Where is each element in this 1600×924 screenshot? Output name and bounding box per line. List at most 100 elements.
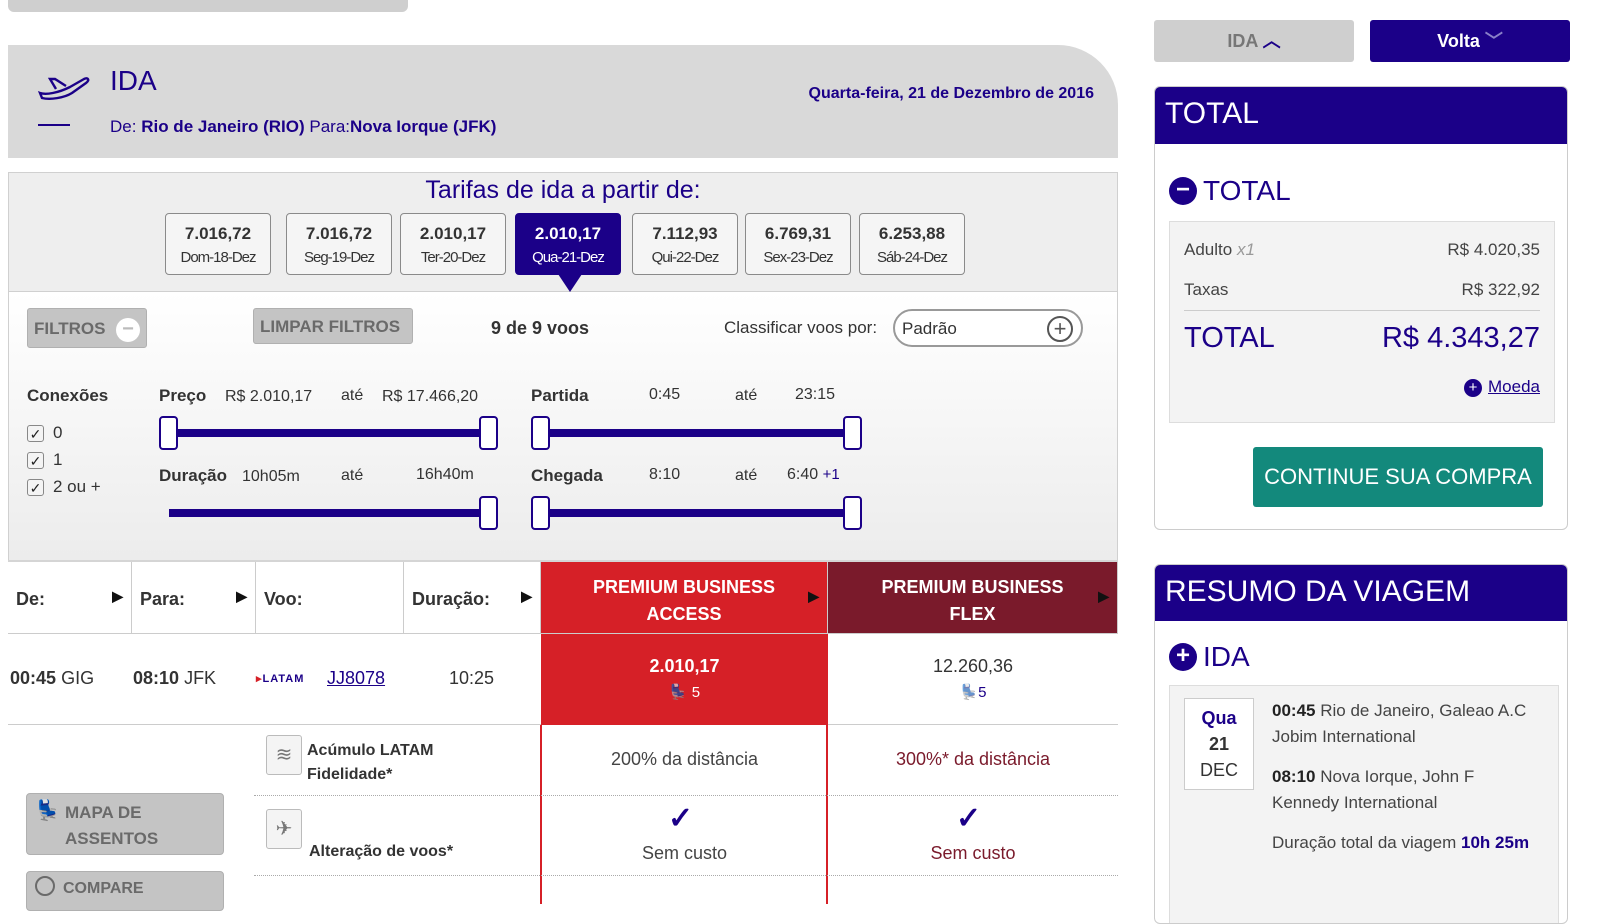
price-slider-max-handle[interactable] (479, 416, 498, 450)
plus-circle-icon: + (1464, 379, 1483, 397)
total-section-label: TOTAL (1203, 175, 1291, 206)
filters-panel: FILTROS − LIMPAR FILTROS 9 de 9 voos Cla… (8, 292, 1118, 560)
column-header-to[interactable]: Para: ▶ (132, 562, 256, 634)
minus-icon: − (116, 318, 140, 342)
connections-checkbox[interactable]: ✓ (27, 479, 44, 496)
fare-price: 12.260,36 (932, 656, 1014, 676)
seats-available: 💺5 (828, 683, 1118, 701)
date-card: Qua 21 DEC (1184, 698, 1254, 790)
fare-price: 2.010,17 (649, 656, 720, 676)
departure-slider-track[interactable] (541, 429, 861, 437)
duration-slider-track[interactable] (169, 509, 495, 517)
tab-volta[interactable]: Volta ﹀ (1370, 20, 1570, 62)
filters-toggle-label: FILTROS (34, 319, 106, 338)
fare-date-day: Qui-22-Dez (651, 249, 720, 266)
fare-date-day: Seg-19-Dez (303, 249, 375, 266)
sort-arrow-icon: ▶ (1098, 588, 1109, 604)
arrival-slider-max-handle[interactable] (843, 496, 862, 530)
seats-count: 5 (978, 684, 987, 701)
clear-filters-button[interactable]: LIMPAR FILTROS (253, 308, 413, 344)
fare-date-button[interactable]: 6.769,31 Sex-23-Dez (745, 213, 851, 275)
price-slider-track[interactable] (169, 429, 495, 437)
column-header-from[interactable]: De: ▶ (8, 562, 132, 634)
date-day-number: 21 (1208, 734, 1230, 754)
arrival-slider-track[interactable] (541, 509, 861, 517)
arrival-max: 6:40 +1 (787, 466, 840, 484)
departure-slider-max-handle[interactable] (843, 416, 862, 450)
outbound-date: Quarta-feira, 21 de Dezembro de 2016 (808, 85, 1094, 102)
fare-cell-access-selected[interactable]: 2.010,17 💺 5 (541, 634, 828, 725)
row-divider (254, 795, 1118, 796)
fare-date-button-selected[interactable]: 2.010,17 Qua-21-Dez (515, 213, 621, 292)
total-panel-header: TOTAL (1155, 87, 1567, 144)
filters-toggle-button[interactable]: FILTROS − (27, 308, 147, 348)
benefit-flex-value: Sem custo (930, 843, 1016, 863)
summary-details: Qua 21 DEC 00:45 Rio de Janeiro, Galeao … (1169, 685, 1559, 923)
departure-slider-min-handle[interactable] (531, 416, 550, 450)
currency-label: Moeda (1488, 377, 1540, 396)
checkmark-icon: ✓ (668, 802, 694, 835)
fare-date-button[interactable]: 7.112,93 Qui-22-Dez (632, 213, 738, 275)
summary-ida-toggle[interactable]: + IDA (1169, 641, 1250, 673)
fare-date-button[interactable]: 7.016,72 Dom-18-Dez (165, 213, 271, 275)
fare-date-price: 7.016,72 (184, 224, 252, 243)
connections-option: 2 ou + (53, 477, 101, 496)
top-scroll-remnant (8, 0, 408, 12)
to-city: Nova Iorque (JFK) (350, 117, 497, 136)
flight-duration: 10:25 (449, 668, 495, 688)
arrival-slider-min-handle[interactable] (531, 496, 550, 530)
fare-date-button[interactable]: 2.010,17 Ter-20-Dez (400, 213, 506, 275)
flight-count: 9 de 9 voos (491, 318, 590, 338)
fare-calendar-title: Tarifas de ida a partir de: (425, 176, 701, 204)
currency-link[interactable]: + Moeda (1464, 377, 1540, 397)
column-header-duration[interactable]: Duração: ▶ (404, 562, 541, 634)
compare-icon (35, 876, 55, 896)
price-slider-min-handle[interactable] (159, 416, 178, 450)
price-until: até (341, 387, 364, 404)
table-row: 00:45 GIG 08:10 JFK ▸LATAM JJ8078 10:25 … (8, 633, 1118, 725)
summary-departure: 00:45 Rio de Janeiro, Galeao A.C Jobim I… (1272, 698, 1542, 750)
summary-duration: Duração total da viagem 10h 25m (1272, 830, 1542, 856)
duration-until: até (341, 467, 364, 484)
duration-slider-max-handle[interactable] (479, 496, 498, 530)
continue-purchase-button[interactable]: CONTINUE SUA COMPRA (1253, 447, 1543, 507)
fare-date-day: Qua-21-Dez (532, 249, 605, 266)
sort-arrow-icon: ▶ (112, 588, 123, 604)
column-header-premium-business-access[interactable]: PREMIUM BUSINESS ACCESS ▶ (541, 562, 828, 634)
seat-map-button[interactable]: 💺 MAPA DE ASSENTOS (26, 793, 224, 855)
arrival-min: 8:10 (649, 466, 681, 483)
chevron-up-icon: ︿ (1262, 31, 1281, 51)
date-month: DEC (1199, 760, 1238, 780)
summary-duration-label: Duração total da viagem (1272, 833, 1457, 852)
fare-date-button[interactable]: 7.016,72 Seg-19-Dez (286, 213, 392, 275)
arrival-cell: 08:10 JFK (133, 668, 216, 689)
outbound-route: De: Rio de Janeiro (RIO) Para:Nova Iorqu… (110, 117, 496, 137)
fare-cell-flex[interactable]: 12.260,36 💺5 (828, 634, 1118, 725)
column-header-label: De: (16, 589, 46, 609)
departure-airport: GIG (61, 668, 95, 688)
flight-change-icon: ✈ (266, 809, 302, 849)
arrival-until: até (735, 467, 758, 484)
outbound-header: IDA De: Rio de Janeiro (RIO) Para:Nova I… (8, 45, 1118, 158)
sort-select[interactable]: Padrão + (893, 309, 1083, 347)
fare-date-button[interactable]: 6.253,88 Sáb-24-Dez (859, 213, 965, 275)
flight-number-link[interactable]: JJ8078 (327, 668, 385, 689)
plus-circle-icon: + (1047, 316, 1073, 342)
price-label: Preço (159, 386, 207, 405)
connections-checkbox[interactable]: ✓ (27, 425, 44, 442)
compare-button[interactable]: COMPARE (26, 871, 224, 911)
column-header-premium-business-flex[interactable]: PREMIUM BUSINESS FLEX ▶ (828, 562, 1118, 634)
plus-circle-icon: + (1169, 643, 1197, 671)
connections-checkbox[interactable]: ✓ (27, 452, 44, 469)
flights-table-header: De: ▶ Para: ▶ Voo: Duração: ▶ PREMIUM BUSIN… (8, 560, 1118, 634)
tab-ida[interactable]: IDA ︿ (1154, 20, 1354, 62)
benefit-access-value: 200% da distância (610, 749, 759, 769)
adult-line: Adulto x1 (1184, 240, 1255, 260)
summary-ida-label: IDA (1203, 641, 1250, 672)
departure-min: 0:45 (649, 386, 681, 403)
fare-date-day: Dom-18-Dez (180, 249, 256, 266)
departure-until: até (735, 387, 758, 404)
fare-benefits: ≋ Acúmulo LATAM Fidelidade* 200% da dist… (8, 725, 1118, 911)
total-section-toggle[interactable]: − TOTAL (1169, 175, 1291, 207)
sort-arrow-icon: ▶ (236, 588, 247, 604)
